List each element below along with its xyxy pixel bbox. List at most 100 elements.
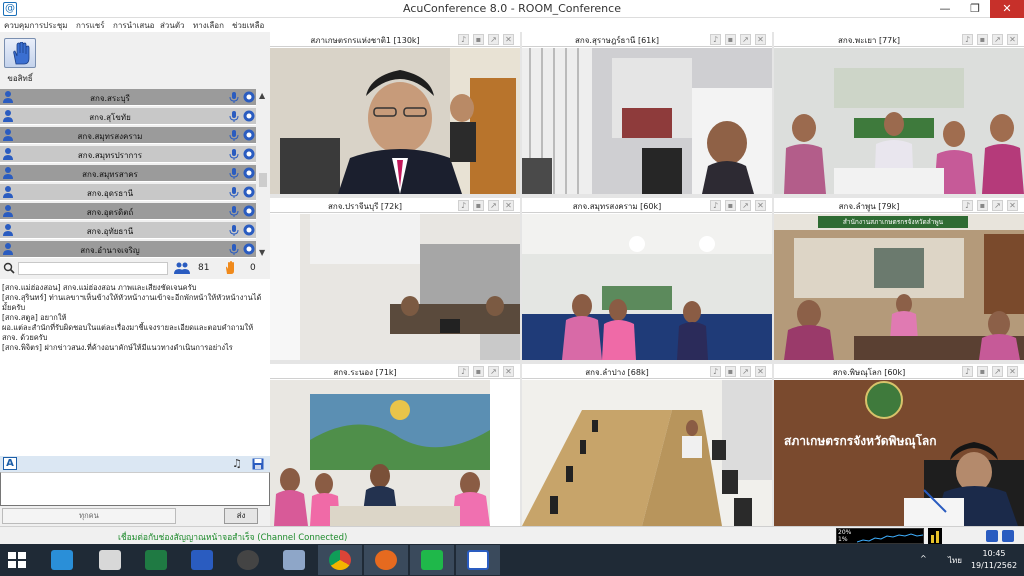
video-toggle-icon[interactable]: ▪ xyxy=(473,200,484,211)
scroll-down-icon[interactable]: ▼ xyxy=(259,248,265,257)
taskbar-word-app[interactable] xyxy=(180,545,224,575)
site-row[interactable]: สกจ.อุดรธานี xyxy=(0,184,256,201)
video-tile[interactable]: สกจ.ลำพูน [79k] ♪ ▪ ↗ ✕ สำนักงานสภาเกษตร… xyxy=(774,198,1024,360)
disconnect-icon[interactable]: ✕ xyxy=(503,366,514,377)
mic-toggle-icon[interactable]: ♪ xyxy=(962,200,973,211)
signal-icon[interactable]: ↗ xyxy=(488,366,499,377)
video-toggle-icon[interactable]: ▪ xyxy=(977,200,988,211)
font-icon[interactable]: A xyxy=(3,457,17,470)
signal-icon[interactable]: ↗ xyxy=(740,366,751,377)
signal-icon[interactable]: ↗ xyxy=(992,200,1003,211)
settings-icon[interactable] xyxy=(1002,530,1014,542)
camera-icon[interactable] xyxy=(243,167,255,179)
recipient-select[interactable]: ทุกคน xyxy=(2,508,176,524)
video-tile[interactable]: สกจ.พิษณุโลก [60k] ♪ ▪ ↗ ✕ สภาเกษตรกรจัง… xyxy=(774,364,1024,526)
video-tile[interactable]: สภาเกษตรกรแห่งชาติ1 [130k] ♪ ▪ ↗ ✕ xyxy=(270,32,520,194)
disconnect-icon[interactable]: ✕ xyxy=(1007,366,1018,377)
microphone-icon[interactable] xyxy=(228,148,240,160)
disconnect-icon[interactable]: ✕ xyxy=(755,366,766,377)
video-toggle-icon[interactable]: ▪ xyxy=(725,366,736,377)
mic-toggle-icon[interactable]: ♪ xyxy=(458,200,469,211)
microphone-icon[interactable] xyxy=(228,205,240,217)
chat-log[interactable]: [สกจ.แม่ฮ่องสอน] สกจ.แม่ฮ่องสอน ภาพและเส… xyxy=(0,279,270,459)
video-tile[interactable]: สกจ.ปราจีนบุรี [72k] ♪ ▪ ↗ ✕ xyxy=(270,198,520,360)
taskbar-line-app[interactable] xyxy=(410,545,454,575)
video-toggle-icon[interactable]: ▪ xyxy=(473,34,484,45)
signal-icon[interactable]: ↗ xyxy=(740,34,751,45)
site-row[interactable]: สกจ.สระบุรี xyxy=(0,89,256,106)
mic-toggle-icon[interactable]: ♪ xyxy=(962,34,973,45)
taskbar-camera-app[interactable] xyxy=(40,545,84,575)
close-button[interactable]: ✕ xyxy=(990,0,1024,18)
disconnect-icon[interactable]: ✕ xyxy=(503,200,514,211)
video-toggle-icon[interactable]: ▪ xyxy=(473,366,484,377)
taskbar-excel-app[interactable] xyxy=(134,545,178,575)
menu-options[interactable]: ทางเลือก xyxy=(193,19,224,32)
site-row[interactable]: สกจ.สมุทรสาคร xyxy=(0,165,256,182)
site-row[interactable]: สกจ.สมุทรสงคราม xyxy=(0,127,256,144)
menu-help[interactable]: ช่วยเหลือ xyxy=(232,19,264,32)
camera-icon[interactable] xyxy=(243,205,255,217)
disconnect-icon[interactable]: ✕ xyxy=(755,34,766,45)
menu-personal[interactable]: ส่วนตัว xyxy=(160,19,185,32)
input-language[interactable]: ไทย xyxy=(948,554,962,567)
tray-clock[interactable]: 10:45 19/11/2562 xyxy=(968,548,1020,572)
microphone-icon[interactable] xyxy=(228,91,240,103)
taskbar-paint-app[interactable] xyxy=(88,545,132,575)
microphone-icon[interactable] xyxy=(228,224,240,236)
music-note-icon[interactable]: ♫ xyxy=(232,457,242,470)
camera-icon[interactable] xyxy=(243,129,255,141)
disconnect-icon[interactable]: ✕ xyxy=(755,200,766,211)
mic-toggle-icon[interactable]: ♪ xyxy=(962,366,973,377)
disconnect-icon[interactable]: ✕ xyxy=(503,34,514,45)
microphone-icon[interactable] xyxy=(228,243,240,255)
signal-icon[interactable]: ↗ xyxy=(992,366,1003,377)
mic-toggle-icon[interactable]: ♪ xyxy=(710,200,721,211)
menu-conference-control[interactable]: ควบคุมการประชุม xyxy=(4,19,68,32)
microphone-icon[interactable] xyxy=(228,110,240,122)
video-tile[interactable]: สกจ.พะเยา [77k] ♪ ▪ ↗ ✕ xyxy=(774,32,1024,194)
search-icon[interactable] xyxy=(3,262,15,274)
send-button[interactable]: ส่ง xyxy=(224,508,258,524)
site-row[interactable]: สกจ.สุโขทัย xyxy=(0,108,256,125)
video-toggle-icon[interactable]: ▪ xyxy=(977,34,988,45)
mic-toggle-icon[interactable]: ♪ xyxy=(710,366,721,377)
taskbar-chrome-app[interactable] xyxy=(318,545,362,575)
video-toggle-icon[interactable]: ▪ xyxy=(725,34,736,45)
camera-icon[interactable] xyxy=(243,186,255,198)
signal-icon[interactable]: ↗ xyxy=(740,200,751,211)
site-row[interactable]: สกจ.อุตรดิตถ์ xyxy=(0,203,256,220)
disconnect-icon[interactable]: ✕ xyxy=(1007,34,1018,45)
camera-icon[interactable] xyxy=(243,110,255,122)
video-tile[interactable]: สกจ.สุราษฎร์ธานี [61k] ♪ ▪ ↗ ✕ xyxy=(522,32,772,194)
info-icon[interactable] xyxy=(986,530,998,542)
minimize-button[interactable]: — xyxy=(930,0,960,18)
video-tile[interactable]: สกจ.ระนอง [71k] ♪ ▪ ↗ ✕ xyxy=(270,364,520,526)
camera-icon[interactable] xyxy=(243,224,255,236)
site-row[interactable]: สกจ.สมุทรปราการ xyxy=(0,146,256,163)
camera-icon[interactable] xyxy=(243,91,255,103)
taskbar-calculator-app[interactable] xyxy=(272,545,316,575)
video-toggle-icon[interactable]: ▪ xyxy=(725,200,736,211)
windows-start-icon[interactable] xyxy=(8,552,26,568)
signal-icon[interactable]: ↗ xyxy=(488,34,499,45)
scroll-thumb[interactable] xyxy=(259,173,267,187)
site-list-scrollbar[interactable]: ▲ ▼ xyxy=(257,89,269,259)
taskbar-firefox-app[interactable] xyxy=(364,545,408,575)
mic-toggle-icon[interactable]: ♪ xyxy=(458,34,469,45)
raise-hand-button[interactable] xyxy=(4,38,36,68)
taskbar-acuconference-app[interactable] xyxy=(456,545,500,575)
taskbar-app[interactable] xyxy=(226,545,270,575)
maximize-button[interactable]: ❐ xyxy=(960,0,990,18)
video-tile[interactable]: สกจ.ลำปาง [68k] ♪ ▪ ↗ ✕ xyxy=(522,364,772,526)
disconnect-icon[interactable]: ✕ xyxy=(1007,200,1018,211)
camera-icon[interactable] xyxy=(243,243,255,255)
mic-toggle-icon[interactable]: ♪ xyxy=(458,366,469,377)
chat-compose-input[interactable] xyxy=(0,472,270,506)
microphone-icon[interactable] xyxy=(228,167,240,179)
mic-toggle-icon[interactable]: ♪ xyxy=(710,34,721,45)
site-row[interactable]: สกจ.อุทัยธานี xyxy=(0,222,256,239)
search-input[interactable] xyxy=(18,262,168,275)
save-icon[interactable] xyxy=(252,458,264,470)
video-tile[interactable]: สกจ.สมุทรสงคราม [60k] ♪ ▪ ↗ ✕ xyxy=(522,198,772,360)
